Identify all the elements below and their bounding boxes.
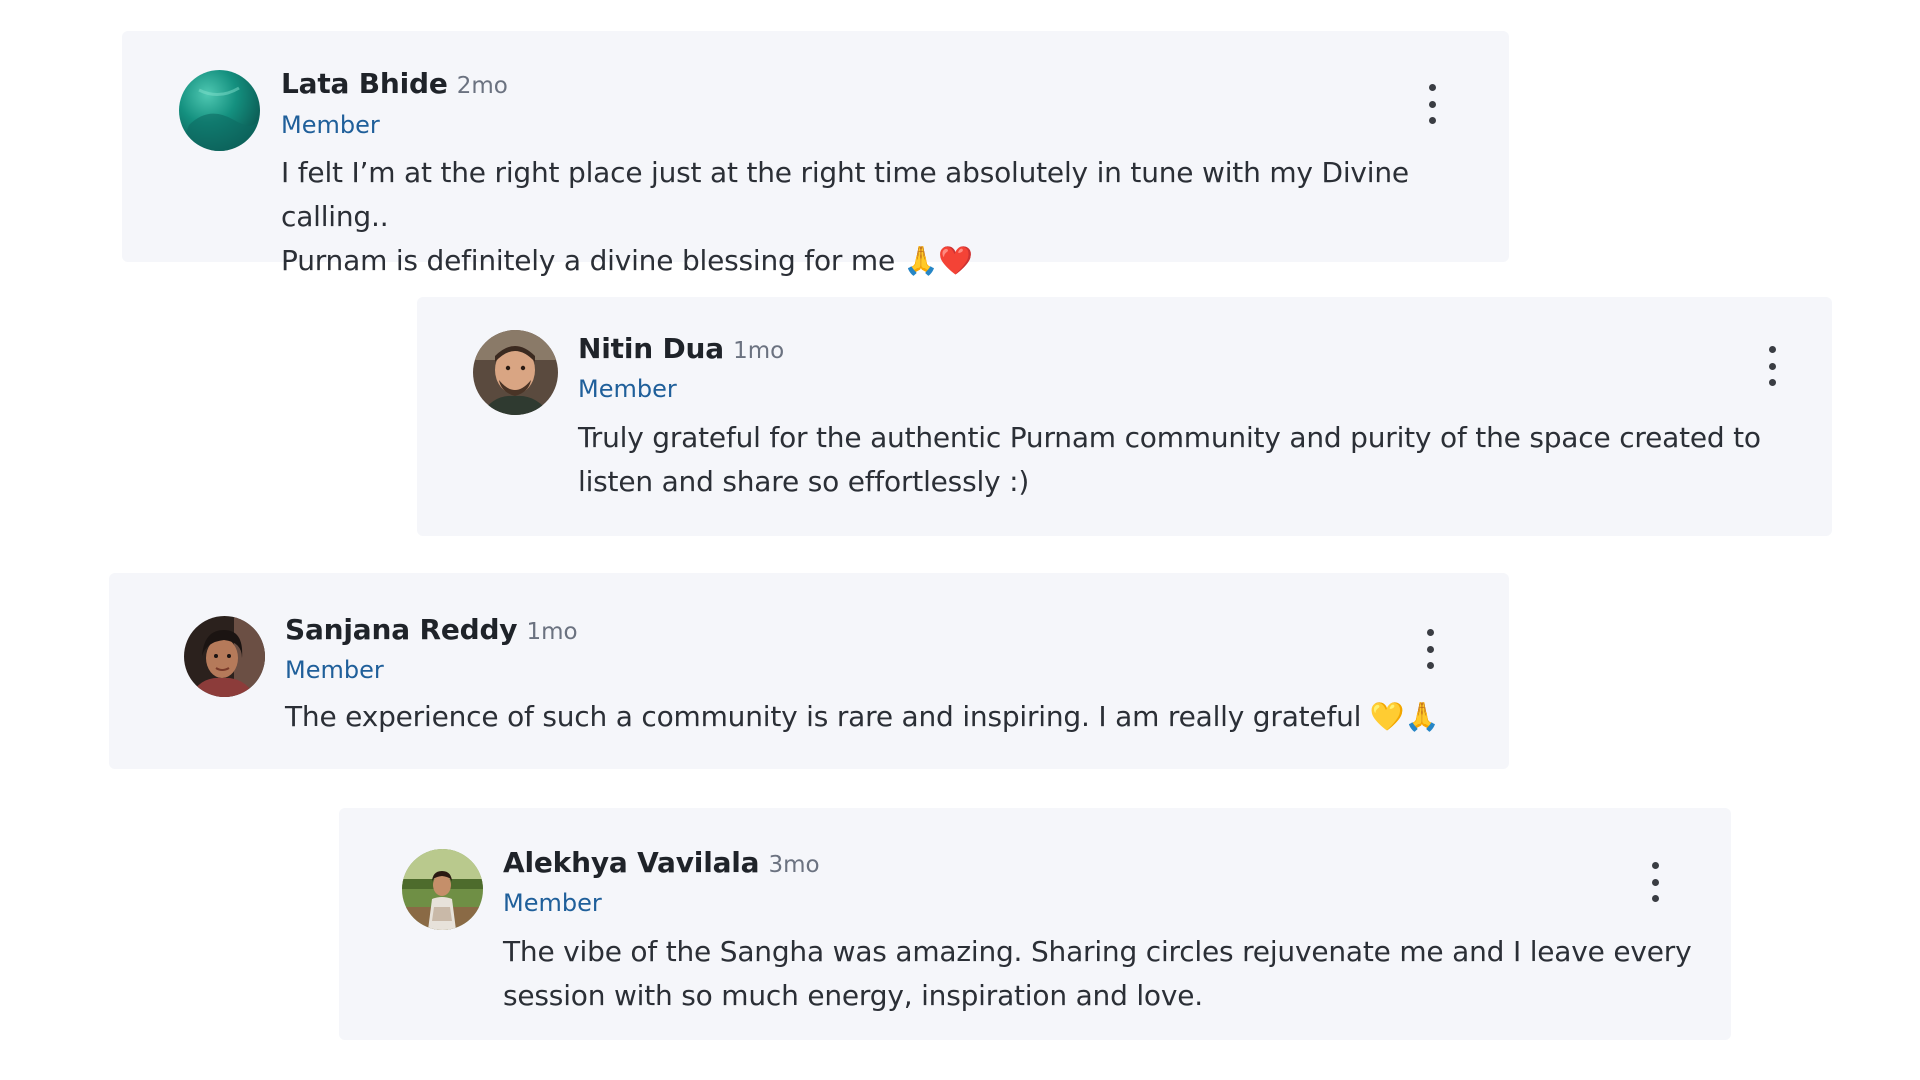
comment-text-line: The vibe of the Sangha was amazing. Shar… bbox=[503, 935, 1692, 968]
comment-header: Alekhya Vavilala 3mo bbox=[503, 846, 820, 879]
comment-text-line: The experience of such a community is ra… bbox=[285, 700, 1440, 733]
timestamp: 1mo bbox=[733, 338, 785, 364]
comment-text: The vibe of the Sangha was amazing. Shar… bbox=[503, 930, 1692, 1018]
comment-text-line: listen and share so effortlessly :) bbox=[578, 465, 1030, 498]
author-name[interactable]: Alekhya Vavilala bbox=[503, 846, 760, 879]
comment-text-line: Purnam is definitely a divine blessing f… bbox=[281, 244, 974, 277]
member-role-link[interactable]: Member bbox=[578, 375, 677, 403]
avatar[interactable] bbox=[184, 616, 265, 697]
comment-card: Nitin Dua 1mo Member Truly grateful for … bbox=[417, 297, 1832, 536]
comment-text-line: I felt I’m at the right place just at th… bbox=[281, 156, 1409, 233]
comment-header: Sanjana Reddy 1mo bbox=[285, 613, 578, 646]
comment-card: Sanjana Reddy 1mo Member The experience … bbox=[109, 573, 1509, 769]
timestamp: 3mo bbox=[768, 852, 820, 878]
comment-header: Nitin Dua 1mo bbox=[578, 332, 784, 365]
more-vertical-icon[interactable] bbox=[1420, 629, 1440, 669]
member-role-link[interactable]: Member bbox=[281, 111, 380, 139]
comment-text: Truly grateful for the authentic Purnam … bbox=[578, 416, 1761, 504]
timestamp: 2mo bbox=[456, 73, 508, 99]
more-vertical-icon[interactable] bbox=[1645, 862, 1665, 902]
comment-header: Lata Bhide 2mo bbox=[281, 67, 508, 100]
comment-card: Lata Bhide 2mo Member I felt I’m at the … bbox=[122, 31, 1509, 277]
author-name[interactable]: Lata Bhide bbox=[281, 67, 448, 100]
member-role-link[interactable]: Member bbox=[503, 889, 602, 917]
comment-text-line: session with so much energy, inspiration… bbox=[503, 979, 1203, 1012]
more-vertical-icon[interactable] bbox=[1762, 346, 1782, 386]
timestamp: 1mo bbox=[526, 619, 578, 645]
comment-text: The experience of such a community is ra… bbox=[285, 695, 1439, 739]
member-role-link[interactable]: Member bbox=[285, 656, 384, 684]
more-vertical-icon[interactable] bbox=[1422, 84, 1442, 124]
comments-feed: Lata Bhide 2mo Member I felt I’m at the … bbox=[0, 0, 1920, 1080]
avatar[interactable] bbox=[473, 330, 558, 415]
author-name[interactable]: Sanjana Reddy bbox=[285, 613, 518, 646]
avatar[interactable] bbox=[402, 849, 483, 930]
comment-card: Alekhya Vavilala 3mo Member The vibe of … bbox=[339, 808, 1731, 1040]
comment-text: I felt I’m at the right place just at th… bbox=[281, 151, 1509, 283]
comment-text-line: Truly grateful for the authentic Purnam … bbox=[578, 421, 1761, 454]
author-name[interactable]: Nitin Dua bbox=[578, 332, 724, 365]
avatar[interactable] bbox=[179, 70, 260, 151]
